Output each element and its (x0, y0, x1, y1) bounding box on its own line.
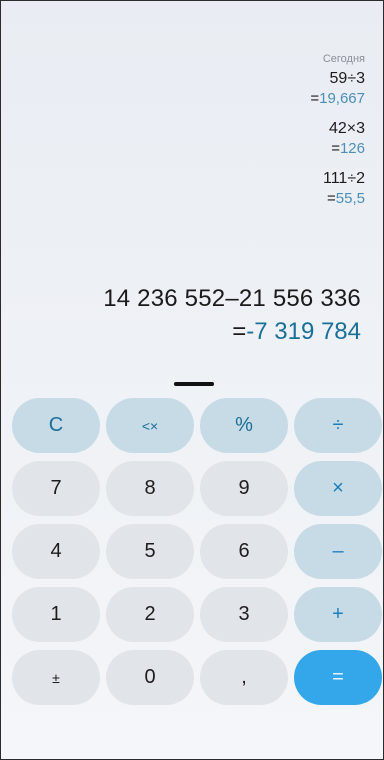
toggle-sign-button[interactable]: ± (12, 650, 100, 705)
history-expression: 111÷2 (323, 170, 365, 187)
digit-0-button[interactable]: 0 (106, 650, 194, 705)
history-entry[interactable]: 59÷3 =19,667 (310, 69, 365, 109)
digit-7-button[interactable]: 7 (12, 461, 100, 516)
calculator-screen: Сегодня 59÷3 =19,667 42×3 =126 111÷2 =55… (0, 0, 384, 760)
multiply-button[interactable]: × (294, 461, 382, 516)
history-result: 126 (339, 140, 365, 157)
panel-drag-handle[interactable] (174, 382, 214, 386)
history-expression: 59÷3 (329, 70, 365, 87)
divide-button[interactable]: ÷ (294, 398, 382, 453)
digit-5-button[interactable]: 5 (106, 524, 194, 579)
digit-8-button[interactable]: 8 (106, 461, 194, 516)
current-result-line: =-7 319 784 (103, 315, 361, 349)
backspace-button[interactable]: <× (106, 398, 194, 453)
current-expression[interactable]: 14 236 552–21 556 336 (103, 283, 361, 315)
plus-button[interactable]: + (294, 587, 382, 642)
clear-button[interactable]: C (12, 398, 100, 453)
history-equals-sign: = (310, 90, 320, 107)
digit-3-button[interactable]: 3 (200, 587, 288, 642)
digit-2-button[interactable]: 2 (106, 587, 194, 642)
history-result: 19,667 (319, 90, 365, 107)
digit-1-button[interactable]: 1 (12, 587, 100, 642)
history-result: 55,5 (335, 190, 365, 207)
history-panel: Сегодня 59÷3 =19,667 42×3 =126 111÷2 =55… (310, 53, 365, 219)
digit-4-button[interactable]: 4 (12, 524, 100, 579)
current-equals-sign: = (232, 318, 247, 345)
history-equals-sign: = (331, 140, 340, 157)
decimal-button[interactable]: , (200, 650, 288, 705)
digit-6-button[interactable]: 6 (200, 524, 288, 579)
equals-button[interactable]: = (294, 650, 382, 705)
history-entry[interactable]: 42×3 =126 (310, 119, 365, 159)
history-result-line: =126 (310, 139, 365, 159)
history-equals-sign: = (327, 190, 336, 207)
history-expression: 42×3 (328, 120, 365, 137)
minus-button[interactable]: – (294, 524, 382, 579)
history-label: Сегодня (322, 53, 365, 65)
history-result-line: =19,667 (310, 89, 365, 109)
digit-9-button[interactable]: 9 (200, 461, 288, 516)
history-entry[interactable]: 111÷2 =55,5 (310, 169, 365, 209)
current-result: -7 319 784 (246, 318, 361, 345)
history-result-line: =55,5 (310, 189, 365, 209)
percent-button[interactable]: % (200, 398, 288, 453)
current-calculation: 14 236 552–21 556 336 =-7 319 784 (103, 283, 361, 349)
